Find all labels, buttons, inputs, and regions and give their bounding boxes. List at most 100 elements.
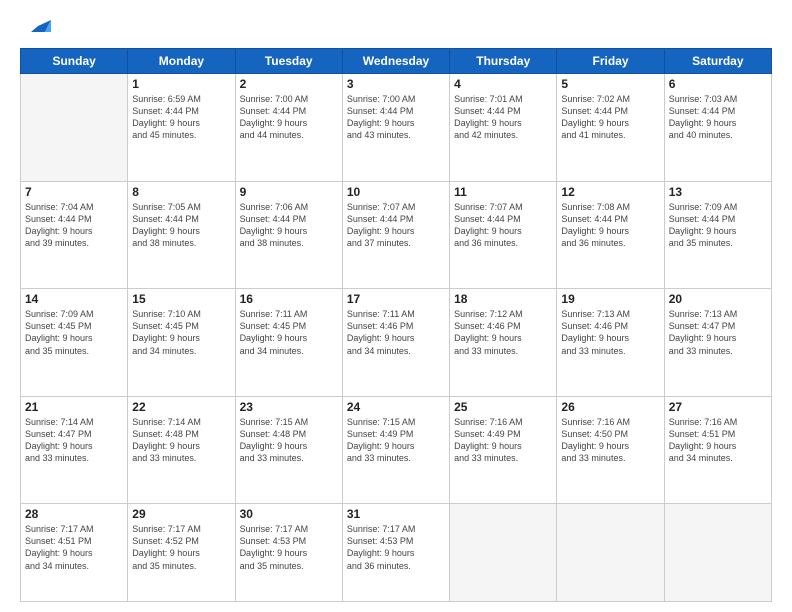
calendar-cell: 17Sunrise: 7:11 AMSunset: 4:46 PMDayligh…	[342, 289, 449, 397]
sunrise-text: Sunrise: 7:01 AM	[454, 94, 523, 104]
sunrise-text: Sunrise: 7:04 AM	[25, 202, 94, 212]
sunset-text: Sunset: 4:46 PM	[347, 321, 414, 331]
day-number: 24	[347, 400, 445, 414]
day-number: 6	[669, 77, 767, 91]
calendar-cell: 25Sunrise: 7:16 AMSunset: 4:49 PMDayligh…	[450, 396, 557, 504]
calendar-week-row: 1 Sunrise: 6:59 AM Sunset: 4:44 PM Daylight…	[21, 74, 772, 182]
daylight-text-2: and 33 minutes.	[132, 453, 196, 463]
calendar-cell: 19Sunrise: 7:13 AMSunset: 4:46 PMDayligh…	[557, 289, 664, 397]
daylight-text-2: and 33 minutes.	[25, 453, 89, 463]
calendar-cell: 16Sunrise: 7:11 AMSunset: 4:45 PMDayligh…	[235, 289, 342, 397]
day-number: 20	[669, 292, 767, 306]
day-number: 8	[132, 185, 230, 199]
day-number: 28	[25, 507, 123, 521]
sunset-text: Sunset: 4:49 PM	[347, 429, 414, 439]
calendar-cell: 23Sunrise: 7:15 AMSunset: 4:48 PMDayligh…	[235, 396, 342, 504]
day-info: Sunrise: 7:15 AMSunset: 4:48 PMDaylight:…	[240, 416, 338, 465]
calendar-cell: 12Sunrise: 7:08 AMSunset: 4:44 PMDayligh…	[557, 181, 664, 289]
daylight-text-2: and 35 minutes.	[240, 561, 304, 571]
daylight-text-2: and 39 minutes.	[25, 238, 89, 248]
day-number: 21	[25, 400, 123, 414]
day-info: Sunrise: 7:13 AMSunset: 4:46 PMDaylight:…	[561, 308, 659, 357]
sunset-text: Sunset: 4:50 PM	[561, 429, 628, 439]
calendar-cell: 14Sunrise: 7:09 AMSunset: 4:45 PMDayligh…	[21, 289, 128, 397]
daylight-text-1: Daylight: 9 hours	[347, 441, 415, 451]
calendar-cell: 18Sunrise: 7:12 AMSunset: 4:46 PMDayligh…	[450, 289, 557, 397]
daylight-text-2: and 34 minutes.	[132, 346, 196, 356]
sunset-text: Sunset: 4:46 PM	[454, 321, 521, 331]
day-info: Sunrise: 7:17 AMSunset: 4:52 PMDaylight:…	[132, 523, 230, 572]
sunrise-text: Sunrise: 7:15 AM	[240, 417, 309, 427]
day-info: Sunrise: 7:09 AMSunset: 4:45 PMDaylight:…	[25, 308, 123, 357]
day-info: Sunrise: 7:16 AMSunset: 4:49 PMDaylight:…	[454, 416, 552, 465]
sunrise-text: Sunrise: 7:17 AM	[240, 524, 309, 534]
day-number: 2	[240, 77, 338, 91]
sunset-text: Sunset: 4:44 PM	[454, 106, 521, 116]
sunrise-text: Sunrise: 6:59 AM	[132, 94, 201, 104]
sunrise-text: Sunrise: 7:00 AM	[240, 94, 309, 104]
sunset-text: Sunset: 4:45 PM	[132, 321, 199, 331]
day-number: 26	[561, 400, 659, 414]
calendar-cell	[557, 504, 664, 602]
sunset-text: Sunset: 4:48 PM	[132, 429, 199, 439]
sunrise-text: Sunrise: 7:16 AM	[561, 417, 630, 427]
daylight-text-2: and 38 minutes.	[240, 238, 304, 248]
calendar-cell: 8Sunrise: 7:05 AMSunset: 4:44 PMDaylight…	[128, 181, 235, 289]
sunrise-text: Sunrise: 7:17 AM	[347, 524, 416, 534]
calendar-cell: 26Sunrise: 7:16 AMSunset: 4:50 PMDayligh…	[557, 396, 664, 504]
day-info: Sunrise: 7:11 AMSunset: 4:45 PMDaylight:…	[240, 308, 338, 357]
day-info: Sunrise: 7:11 AMSunset: 4:46 PMDaylight:…	[347, 308, 445, 357]
calendar-header-saturday: Saturday	[664, 49, 771, 74]
daylight-text-1: Daylight: 9 hours	[132, 333, 200, 343]
day-info: Sunrise: 7:03 AMSunset: 4:44 PMDaylight:…	[669, 93, 767, 142]
daylight-text-1: Daylight: 9 hours	[240, 118, 308, 128]
sunrise-text: Sunrise: 7:14 AM	[132, 417, 201, 427]
calendar-week-row: 7Sunrise: 7:04 AMSunset: 4:44 PMDaylight…	[21, 181, 772, 289]
daylight-text-2: and 33 minutes.	[669, 346, 733, 356]
logo-icon	[23, 10, 53, 40]
calendar-cell: 22Sunrise: 7:14 AMSunset: 4:48 PMDayligh…	[128, 396, 235, 504]
day-info: Sunrise: 7:17 AMSunset: 4:53 PMDaylight:…	[347, 523, 445, 572]
daylight-text-2: and 38 minutes.	[132, 238, 196, 248]
daylight-text-1: Daylight: 9 hours	[25, 441, 93, 451]
day-number: 1	[132, 77, 230, 91]
daylight-text-2: and 44 minutes.	[240, 130, 304, 140]
daylight-text-2: and 36 minutes.	[347, 561, 411, 571]
calendar-header-sunday: Sunday	[21, 49, 128, 74]
day-number: 27	[669, 400, 767, 414]
sunset-text: Sunset: 4:44 PM	[347, 106, 414, 116]
daylight-text-1: Daylight: 9 hours	[454, 118, 522, 128]
day-info: Sunrise: 7:00 AMSunset: 4:44 PMDaylight:…	[240, 93, 338, 142]
sunset-text: Sunset: 4:49 PM	[454, 429, 521, 439]
calendar-header-monday: Monday	[128, 49, 235, 74]
daylight-text-1: Daylight: 9 hours	[454, 333, 522, 343]
day-info: Sunrise: 7:16 AMSunset: 4:50 PMDaylight:…	[561, 416, 659, 465]
day-number: 3	[347, 77, 445, 91]
sunset-text: Sunset: 4:53 PM	[347, 536, 414, 546]
daylight-text-1: Daylight: 9 hours	[454, 441, 522, 451]
daylight-text-1: Daylight: 9 hours	[669, 441, 737, 451]
sunset-text: Sunset: 4:48 PM	[240, 429, 307, 439]
day-number: 29	[132, 507, 230, 521]
daylight-text-2: and 37 minutes.	[347, 238, 411, 248]
day-info: Sunrise: 7:02 AMSunset: 4:44 PMDaylight:…	[561, 93, 659, 142]
sunset-text: Sunset: 4:45 PM	[25, 321, 92, 331]
calendar-cell: 21Sunrise: 7:14 AMSunset: 4:47 PMDayligh…	[21, 396, 128, 504]
calendar-cell: 11Sunrise: 7:07 AMSunset: 4:44 PMDayligh…	[450, 181, 557, 289]
day-info: Sunrise: 7:00 AMSunset: 4:44 PMDaylight:…	[347, 93, 445, 142]
calendar-cell: 4Sunrise: 7:01 AMSunset: 4:44 PMDaylight…	[450, 74, 557, 182]
sunset-text: Sunset: 4:52 PM	[132, 536, 199, 546]
sunrise-text: Sunrise: 7:08 AM	[561, 202, 630, 212]
daylight-text-2: and 34 minutes.	[347, 346, 411, 356]
daylight-text-1: Daylight: 9 hours	[669, 118, 737, 128]
day-info: Sunrise: 7:07 AMSunset: 4:44 PMDaylight:…	[454, 201, 552, 250]
sunrise-text: Sunrise: 7:17 AM	[25, 524, 94, 534]
calendar-cell: 31Sunrise: 7:17 AMSunset: 4:53 PMDayligh…	[342, 504, 449, 602]
calendar-cell: 9Sunrise: 7:06 AMSunset: 4:44 PMDaylight…	[235, 181, 342, 289]
day-number: 22	[132, 400, 230, 414]
sunrise-text: Sunrise: 7:05 AM	[132, 202, 201, 212]
calendar-cell: 3 Sunrise: 7:00 AMSunset: 4:44 PMDaylight…	[342, 74, 449, 182]
sunrise-text: Sunrise: 7:17 AM	[132, 524, 201, 534]
daylight-text-1: Daylight: 9 hours	[561, 118, 629, 128]
day-number: 23	[240, 400, 338, 414]
